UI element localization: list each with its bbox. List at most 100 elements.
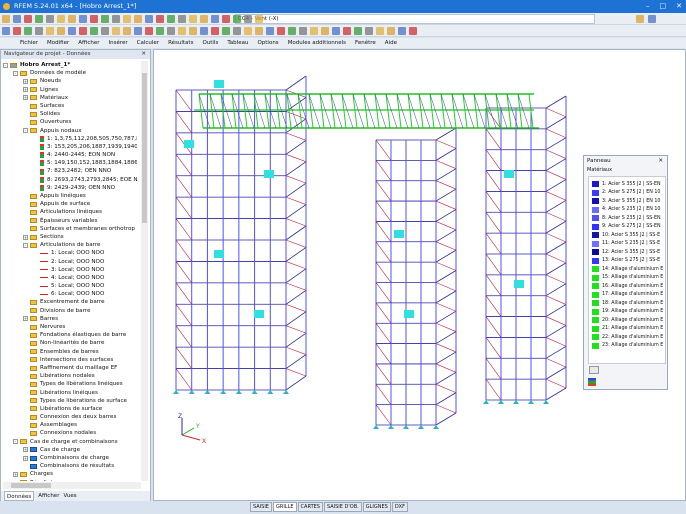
menu-11[interactable]: Aide bbox=[385, 38, 397, 48]
toolbar-button-icon[interactable] bbox=[78, 27, 87, 35]
toolbar-button-icon[interactable] bbox=[331, 27, 340, 35]
minimize-button[interactable]: – bbox=[646, 0, 650, 13]
material-item[interactable]: 11: Acier S 235 J2 | SS-E bbox=[589, 240, 665, 249]
expand-toggle-icon[interactable]: + bbox=[23, 316, 28, 322]
material-item[interactable]: 17: Alliage d'aluminium E bbox=[589, 291, 665, 300]
toolbar-button-icon[interactable] bbox=[45, 27, 54, 35]
toolbar-button-icon[interactable] bbox=[45, 15, 54, 23]
toolbar-button-icon[interactable] bbox=[188, 15, 197, 23]
toolbar-button-icon[interactable] bbox=[364, 27, 373, 35]
vertical-scrollbar[interactable] bbox=[141, 61, 148, 481]
expand-toggle-icon[interactable]: - bbox=[3, 62, 8, 68]
status-tab-0[interactable]: SAISIE bbox=[250, 502, 272, 512]
tree-item[interactable]: 9: 2429-2439; OEN NNO bbox=[3, 184, 137, 192]
toolbar-button-icon[interactable] bbox=[89, 15, 98, 23]
tree-item[interactable]: - Données de modèle bbox=[3, 69, 137, 77]
tree-item[interactable]: Nervures bbox=[3, 323, 137, 331]
tree-item[interactable]: Divisions de barre bbox=[3, 307, 137, 315]
status-tab-2[interactable]: CARTES bbox=[297, 502, 323, 512]
tree-item[interactable]: Libérations linéiques bbox=[3, 389, 137, 397]
toolbar-button-icon[interactable] bbox=[111, 27, 120, 35]
tree-item[interactable]: Surfaces bbox=[3, 102, 137, 110]
tree-item[interactable]: + Noeuds bbox=[3, 77, 137, 85]
toolbar-button-icon[interactable] bbox=[188, 27, 197, 35]
material-item[interactable]: 18: Alliage d'aluminium E bbox=[589, 299, 665, 308]
tree-item[interactable]: 8: 2693,2743,2793,2845; EOE N bbox=[3, 176, 137, 184]
expand-toggle-icon[interactable]: + bbox=[23, 234, 28, 240]
toolbar-button-icon[interactable] bbox=[221, 15, 230, 23]
tree-item[interactable]: Connexions nodales bbox=[3, 429, 137, 437]
menu-10[interactable]: Fenêtre bbox=[355, 38, 376, 48]
menu-6[interactable]: Outils bbox=[202, 38, 218, 48]
expand-toggle-icon[interactable]: + bbox=[23, 455, 28, 461]
expand-toggle-icon[interactable]: - bbox=[23, 128, 28, 134]
tree-item[interactable]: Libérations nodales bbox=[3, 372, 137, 380]
toolbar-button-icon[interactable] bbox=[199, 27, 208, 35]
toolbar-button-icon[interactable] bbox=[12, 27, 21, 35]
tree-item[interactable]: + Cas de charge bbox=[3, 446, 137, 454]
toolbar-button-icon[interactable] bbox=[243, 27, 252, 35]
toolbar-button-icon[interactable] bbox=[100, 15, 109, 23]
toolbar-button-icon[interactable] bbox=[166, 27, 175, 35]
toolbar-button-icon[interactable] bbox=[199, 15, 208, 23]
toolbar-button-icon[interactable] bbox=[166, 15, 175, 23]
material-item[interactable]: 4: Acier S 235 J2 | EN 10 bbox=[589, 206, 665, 215]
toolbar-button-icon[interactable] bbox=[320, 27, 329, 35]
toolbar-button-icon[interactable] bbox=[375, 27, 384, 35]
toolbar-button-icon[interactable] bbox=[177, 27, 186, 35]
tree-item[interactable]: Articulations linéiques bbox=[3, 208, 137, 216]
tree-item[interactable]: 6: Local; OOO NOO bbox=[3, 290, 137, 298]
tree-item[interactable]: Surfaces et membranes orthotrop bbox=[3, 225, 137, 233]
tree-item[interactable]: Ensembles de barres bbox=[3, 348, 137, 356]
toolbar-button-icon[interactable] bbox=[144, 27, 153, 35]
material-item[interactable]: 12: Acier S 355 J2 | SS-E bbox=[589, 248, 665, 257]
material-item[interactable]: 9: Acier S 275 J2 | SS-EN bbox=[589, 223, 665, 232]
navigator-tab-0[interactable]: Données bbox=[4, 491, 35, 501]
tree-item[interactable]: Appuis linéiques bbox=[3, 192, 137, 200]
expand-toggle-icon[interactable]: - bbox=[13, 70, 18, 76]
toolbar-button-icon[interactable] bbox=[23, 27, 32, 35]
toolbar-button-icon[interactable] bbox=[34, 27, 43, 35]
tree-item[interactable]: Ouvertures bbox=[3, 118, 137, 126]
toolbar-button-icon[interactable] bbox=[155, 15, 164, 23]
toolbar-button-icon[interactable] bbox=[122, 15, 131, 23]
material-item[interactable]: 16: Alliage d'aluminium E bbox=[589, 282, 665, 291]
toolbar-button-icon[interactable] bbox=[276, 27, 285, 35]
toolbar-button-icon[interactable] bbox=[397, 27, 406, 35]
toolbar-button-icon[interactable] bbox=[221, 27, 230, 35]
material-item[interactable]: 2: Acier S 275 J2 | EN 10 bbox=[589, 189, 665, 198]
toolbar-button-icon[interactable] bbox=[309, 27, 318, 35]
status-tab-5[interactable]: DXF bbox=[391, 502, 408, 512]
menu-8[interactable]: Options bbox=[257, 38, 278, 48]
tree-item[interactable]: Épaisseurs variables bbox=[3, 217, 137, 225]
toolbar-button-icon[interactable] bbox=[342, 27, 351, 35]
tree-item[interactable]: + Charges bbox=[3, 470, 137, 478]
menu-9[interactable]: Modules additionnels bbox=[288, 38, 346, 48]
material-item[interactable]: 21: Alliage d'aluminium E bbox=[589, 325, 665, 334]
tree-item[interactable]: Solides bbox=[3, 110, 137, 118]
horizontal-scrollbar[interactable] bbox=[3, 482, 141, 489]
toolbar-button-icon[interactable] bbox=[1, 27, 10, 35]
expand-toggle-icon[interactable]: + bbox=[23, 447, 28, 453]
menu-5[interactable]: Résultats bbox=[168, 38, 193, 48]
menu-7[interactable]: Tableau bbox=[227, 38, 248, 48]
material-item[interactable]: 19: Alliage d'aluminium E bbox=[589, 308, 665, 317]
tree-item[interactable]: Résultats bbox=[3, 479, 137, 481]
tree-item[interactable]: 3: 153,205,206,1887,1939,1940, bbox=[3, 143, 137, 151]
navigator-tab-2[interactable]: Vues bbox=[63, 491, 76, 501]
expand-toggle-icon[interactable]: + bbox=[23, 87, 28, 93]
expand-toggle-icon[interactable]: - bbox=[23, 242, 28, 248]
toolbar-button-icon[interactable] bbox=[210, 15, 219, 23]
tree-item[interactable]: - Hobro Arrest_1* bbox=[3, 61, 137, 69]
tree-item[interactable]: 3: Local; OOO NOO bbox=[3, 266, 137, 274]
tree-item[interactable]: 5: 149,150,152,1883,1884,1886; bbox=[3, 159, 137, 167]
material-item[interactable]: 13: Acier S 275 J2 | SS-E bbox=[589, 257, 665, 266]
tree-item[interactable]: 1: Local; OOO NOO bbox=[3, 249, 137, 257]
toolbar-button-icon[interactable] bbox=[12, 15, 21, 23]
panel-settings-button[interactable] bbox=[589, 366, 599, 374]
toolbar-button-icon[interactable] bbox=[155, 27, 164, 35]
tree-item[interactable]: 5: Local; OOO NOO bbox=[3, 282, 137, 290]
tree-item[interactable]: Connexion des deux barres bbox=[3, 413, 137, 421]
toolbar-button-icon[interactable] bbox=[298, 27, 307, 35]
tree-item[interactable]: - Appuis nodaux bbox=[3, 127, 137, 135]
